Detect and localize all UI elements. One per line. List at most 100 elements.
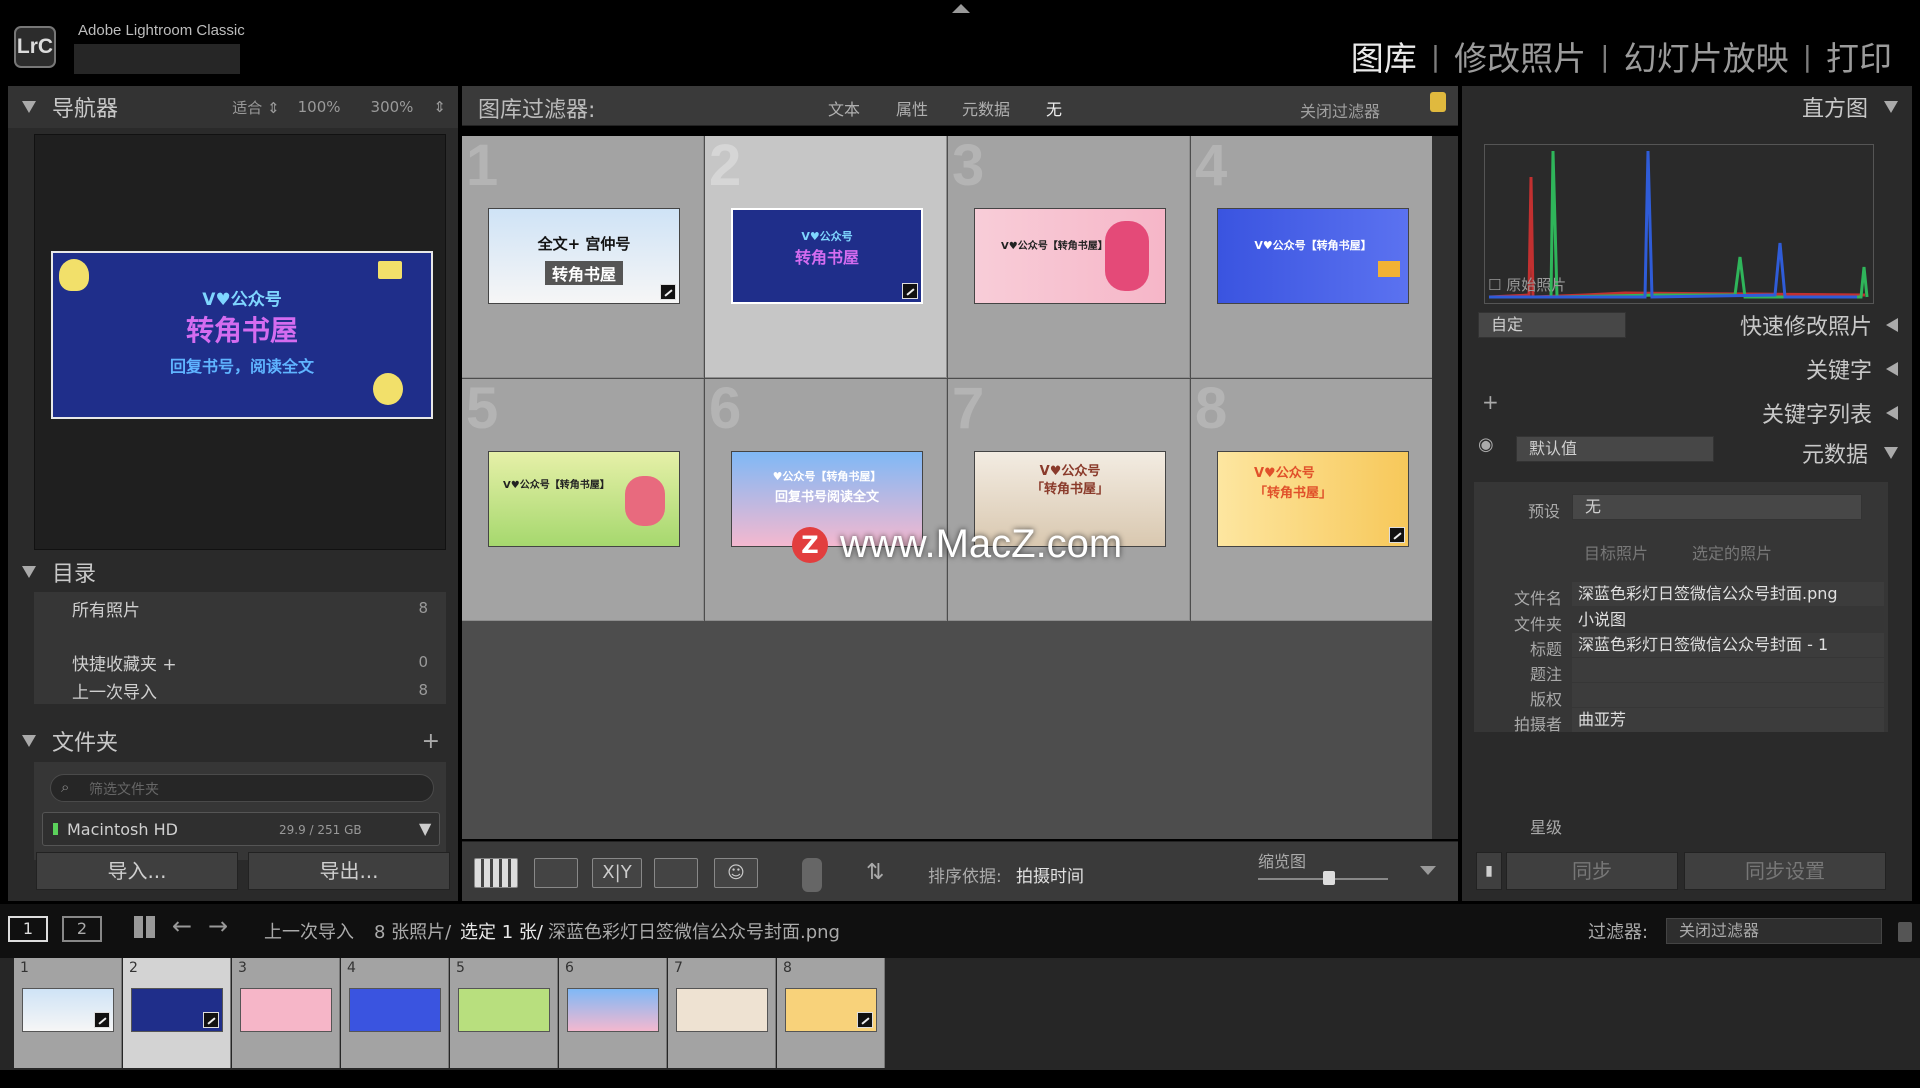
export-button[interactable]: 导出... bbox=[248, 852, 450, 890]
target-photo-tab[interactable]: 目标照片 bbox=[1584, 540, 1648, 564]
expand-triangle-icon[interactable] bbox=[1886, 362, 1898, 376]
compare-view-icon[interactable]: X|Y bbox=[592, 858, 642, 888]
survey-view-icon[interactable] bbox=[654, 858, 698, 888]
field-value-copyright[interactable] bbox=[1572, 683, 1884, 707]
lock-icon[interactable] bbox=[1430, 92, 1446, 112]
sort-direction-icon[interactable]: ⇅ bbox=[866, 860, 884, 885]
grid-icon[interactable] bbox=[134, 916, 156, 938]
grid-cell[interactable]: 5 V♥公众号【转角书屋】 bbox=[462, 376, 704, 621]
filmstrip-cell[interactable]: 6 bbox=[559, 958, 667, 1068]
metadata-header[interactable]: 元数据 bbox=[1802, 432, 1898, 474]
zoom-fit[interactable]: 适合 ⇕ bbox=[232, 97, 279, 118]
navigator-header[interactable]: 导航器 适合 ⇕ 100% 300% ⇕ bbox=[8, 86, 458, 128]
keywords-header[interactable]: 关键字 bbox=[1806, 348, 1898, 390]
selected-photos-tab[interactable]: 选定的照片 bbox=[1692, 540, 1772, 564]
module-slideshow[interactable]: 幻灯片放映 bbox=[1610, 32, 1803, 80]
grid-cell[interactable]: 7 V♥公众号 「转角书屋」 bbox=[948, 376, 1190, 621]
filter-tab-text[interactable]: 文本 bbox=[828, 96, 860, 120]
eye-icon[interactable]: ◉ bbox=[1478, 434, 1494, 455]
sync-settings-button[interactable]: 同步设置 bbox=[1684, 852, 1886, 890]
painter-icon[interactable] bbox=[802, 858, 822, 892]
filmstrip-thumbnail[interactable] bbox=[458, 988, 550, 1032]
loupe-view-icon[interactable] bbox=[534, 858, 578, 888]
filter-tab-none[interactable]: 无 bbox=[1046, 96, 1062, 120]
filmstrip-thumbnail[interactable] bbox=[567, 988, 659, 1032]
folder-drive-row[interactable]: Macintosh HD 29.9 / 251 GB ▼ bbox=[42, 812, 440, 846]
back-arrow-icon[interactable]: ← bbox=[172, 912, 192, 940]
sort-value[interactable]: 拍摄时间 bbox=[1016, 862, 1084, 887]
folders-header[interactable]: 文件夹 + bbox=[8, 720, 458, 762]
collapse-triangle-icon[interactable] bbox=[22, 735, 36, 747]
grid-cell[interactable]: 6 ♥公众号【转角书屋】 回复书号阅读全文 bbox=[705, 376, 947, 621]
filmstrip-cell[interactable]: 5 bbox=[450, 958, 558, 1068]
filter-select[interactable]: 关闭过滤器 bbox=[1666, 918, 1882, 944]
filmstrip-cell[interactable]: 4 bbox=[341, 958, 449, 1068]
expand-triangle-icon[interactable] bbox=[1886, 406, 1898, 420]
metadata-preset-select[interactable]: 默认值 bbox=[1516, 436, 1714, 462]
preset-select[interactable]: 无 bbox=[1572, 494, 1862, 520]
current-filename[interactable]: 深蓝色彩灯日签微信公众号封面.png bbox=[548, 918, 840, 944]
filmstrip-cell[interactable]: 3 bbox=[232, 958, 340, 1068]
folder-search-input[interactable]: ⌕ 筛选文件夹 bbox=[50, 774, 434, 802]
collapse-top-arrow-icon[interactable] bbox=[952, 4, 970, 13]
filter-lock-icon[interactable] bbox=[1898, 922, 1912, 942]
collapse-triangle-icon[interactable] bbox=[22, 101, 36, 113]
zoom-100[interactable]: 100% bbox=[298, 98, 341, 116]
zoom-more-icon[interactable]: ⇕ bbox=[433, 98, 446, 116]
field-value-caption[interactable] bbox=[1572, 658, 1884, 682]
expand-triangle-icon[interactable] bbox=[1886, 318, 1898, 332]
grid-view-icon[interactable] bbox=[474, 858, 518, 888]
catalog-item-quick[interactable]: 快捷收藏夹 + 0 bbox=[34, 648, 446, 676]
quick-preset-select[interactable]: 自定 bbox=[1478, 312, 1626, 338]
grid-cell[interactable]: 3 V♥公众号【转角书屋】 bbox=[948, 133, 1190, 378]
filter-tab-attribute[interactable]: 属性 bbox=[896, 96, 928, 120]
grid-scrollbar[interactable] bbox=[1432, 136, 1458, 839]
window-2-button[interactable]: 2 bbox=[62, 916, 102, 942]
thumbnail-size-slider[interactable] bbox=[1258, 871, 1388, 885]
filmstrip-thumbnail[interactable] bbox=[240, 988, 332, 1032]
catalog-header[interactable]: 目录 bbox=[8, 551, 458, 593]
forward-arrow-icon[interactable]: → bbox=[208, 912, 228, 940]
add-keyword-icon[interactable]: + bbox=[1482, 390, 1499, 414]
filmstrip-thumbnail[interactable] bbox=[22, 988, 114, 1032]
grid-cell[interactable]: 4 V♥公众号【转角书屋】 bbox=[1191, 133, 1433, 378]
add-folder-icon[interactable]: + bbox=[422, 729, 440, 754]
sync-toggle-icon[interactable]: ▮ bbox=[1476, 852, 1502, 890]
people-view-icon[interactable]: ☺ bbox=[714, 858, 758, 888]
field-value-creator[interactable]: 曲亚芳 bbox=[1572, 708, 1884, 732]
catalog-item-last-import[interactable]: 上一次导入 8 bbox=[34, 676, 446, 704]
filmstrip-thumbnail[interactable] bbox=[785, 988, 877, 1032]
keyword-list-header[interactable]: 关键字列表 bbox=[1762, 392, 1898, 434]
grid-cell-selected[interactable]: 2 V♥公众号 转角书屋 bbox=[705, 133, 947, 378]
collapse-triangle-icon[interactable] bbox=[22, 566, 36, 578]
grid-cell[interactable]: 1 全文+ 宫仲号 转角书屋 bbox=[462, 133, 704, 378]
toolbar-menu-icon[interactable] bbox=[1420, 866, 1436, 875]
filmstrip-cell[interactable]: 1 bbox=[14, 958, 122, 1068]
quick-develop-header[interactable]: 快速修改照片 bbox=[1740, 304, 1898, 346]
field-value-filename[interactable]: 深蓝色彩灯日签微信公众号封面.png bbox=[1572, 582, 1884, 606]
filmstrip-thumbnail[interactable] bbox=[676, 988, 768, 1032]
zoom-300[interactable]: 300% bbox=[371, 98, 414, 116]
filmstrip-cell-selected[interactable]: 2 bbox=[123, 958, 231, 1068]
window-1-button[interactable]: 1 bbox=[8, 916, 48, 942]
filmstrip-thumbnail[interactable] bbox=[349, 988, 441, 1032]
field-value-folder[interactable]: 小说图 bbox=[1572, 608, 1884, 632]
module-develop[interactable]: 修改照片 bbox=[1440, 32, 1600, 80]
drive-expand-icon[interactable]: ▼ bbox=[419, 819, 431, 838]
filter-tab-metadata[interactable]: 元数据 bbox=[962, 96, 1010, 120]
module-library[interactable]: 图库 bbox=[1337, 32, 1431, 80]
original-photo-checkbox[interactable]: ☐ 原始照片 bbox=[1488, 274, 1566, 295]
photo-thumbnail[interactable]: 全文+ 宫仲号 转角书屋 bbox=[488, 208, 680, 304]
photo-thumbnail[interactable]: V♥公众号【转角书屋】 bbox=[974, 208, 1166, 304]
collapse-triangle-icon[interactable] bbox=[1884, 447, 1898, 459]
sync-button[interactable]: 同步 bbox=[1506, 852, 1678, 890]
filmstrip-cell[interactable]: 8 bbox=[777, 958, 885, 1068]
source-label[interactable]: 上一次导入 bbox=[264, 918, 354, 944]
photo-thumbnail[interactable]: V♥公众号 转角书屋 bbox=[731, 208, 923, 304]
module-print[interactable]: 打印 bbox=[1812, 32, 1906, 80]
catalog-item-all[interactable]: 所有照片 8 bbox=[34, 594, 446, 622]
collapse-triangle-icon[interactable] bbox=[1884, 101, 1898, 113]
field-value-title[interactable]: 深蓝色彩灯日签微信公众号封面 - 1 bbox=[1572, 633, 1884, 657]
grid-cell[interactable]: 8 V♥公众号 「转角书屋」 bbox=[1191, 376, 1433, 621]
filmstrip-cell[interactable]: 7 bbox=[668, 958, 776, 1068]
